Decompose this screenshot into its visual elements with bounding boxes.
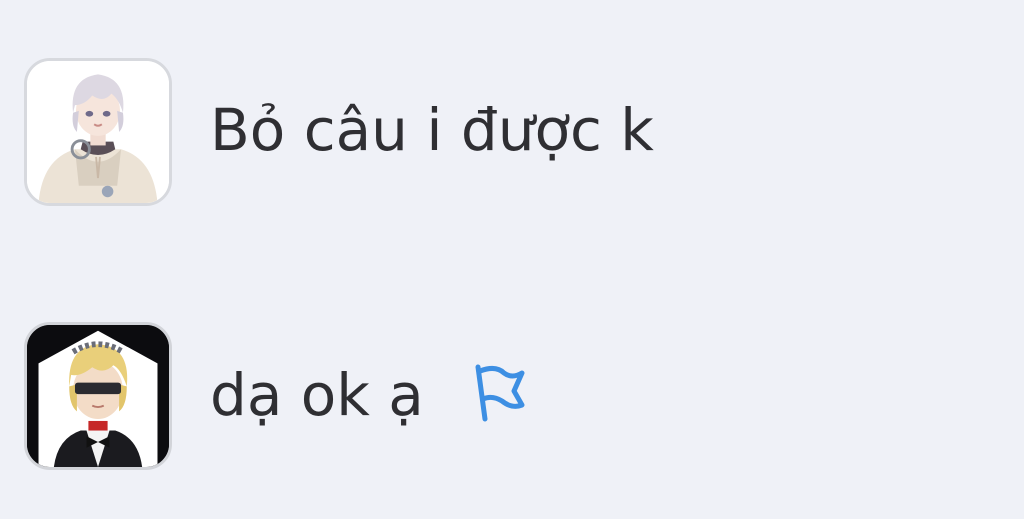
message-text: Bỏ câu i được k <box>210 96 654 164</box>
flag-icon[interactable] <box>470 361 526 423</box>
user-avatar-icon[interactable] <box>24 58 172 206</box>
message-item: Bỏ câu i được k <box>24 58 654 206</box>
message-item: dạ ok ạ <box>24 322 526 470</box>
avatar-illustration <box>27 325 169 467</box>
avatar-illustration <box>27 61 169 203</box>
user-avatar-icon[interactable] <box>24 322 172 470</box>
message-text: dạ ok ạ <box>210 361 424 429</box>
